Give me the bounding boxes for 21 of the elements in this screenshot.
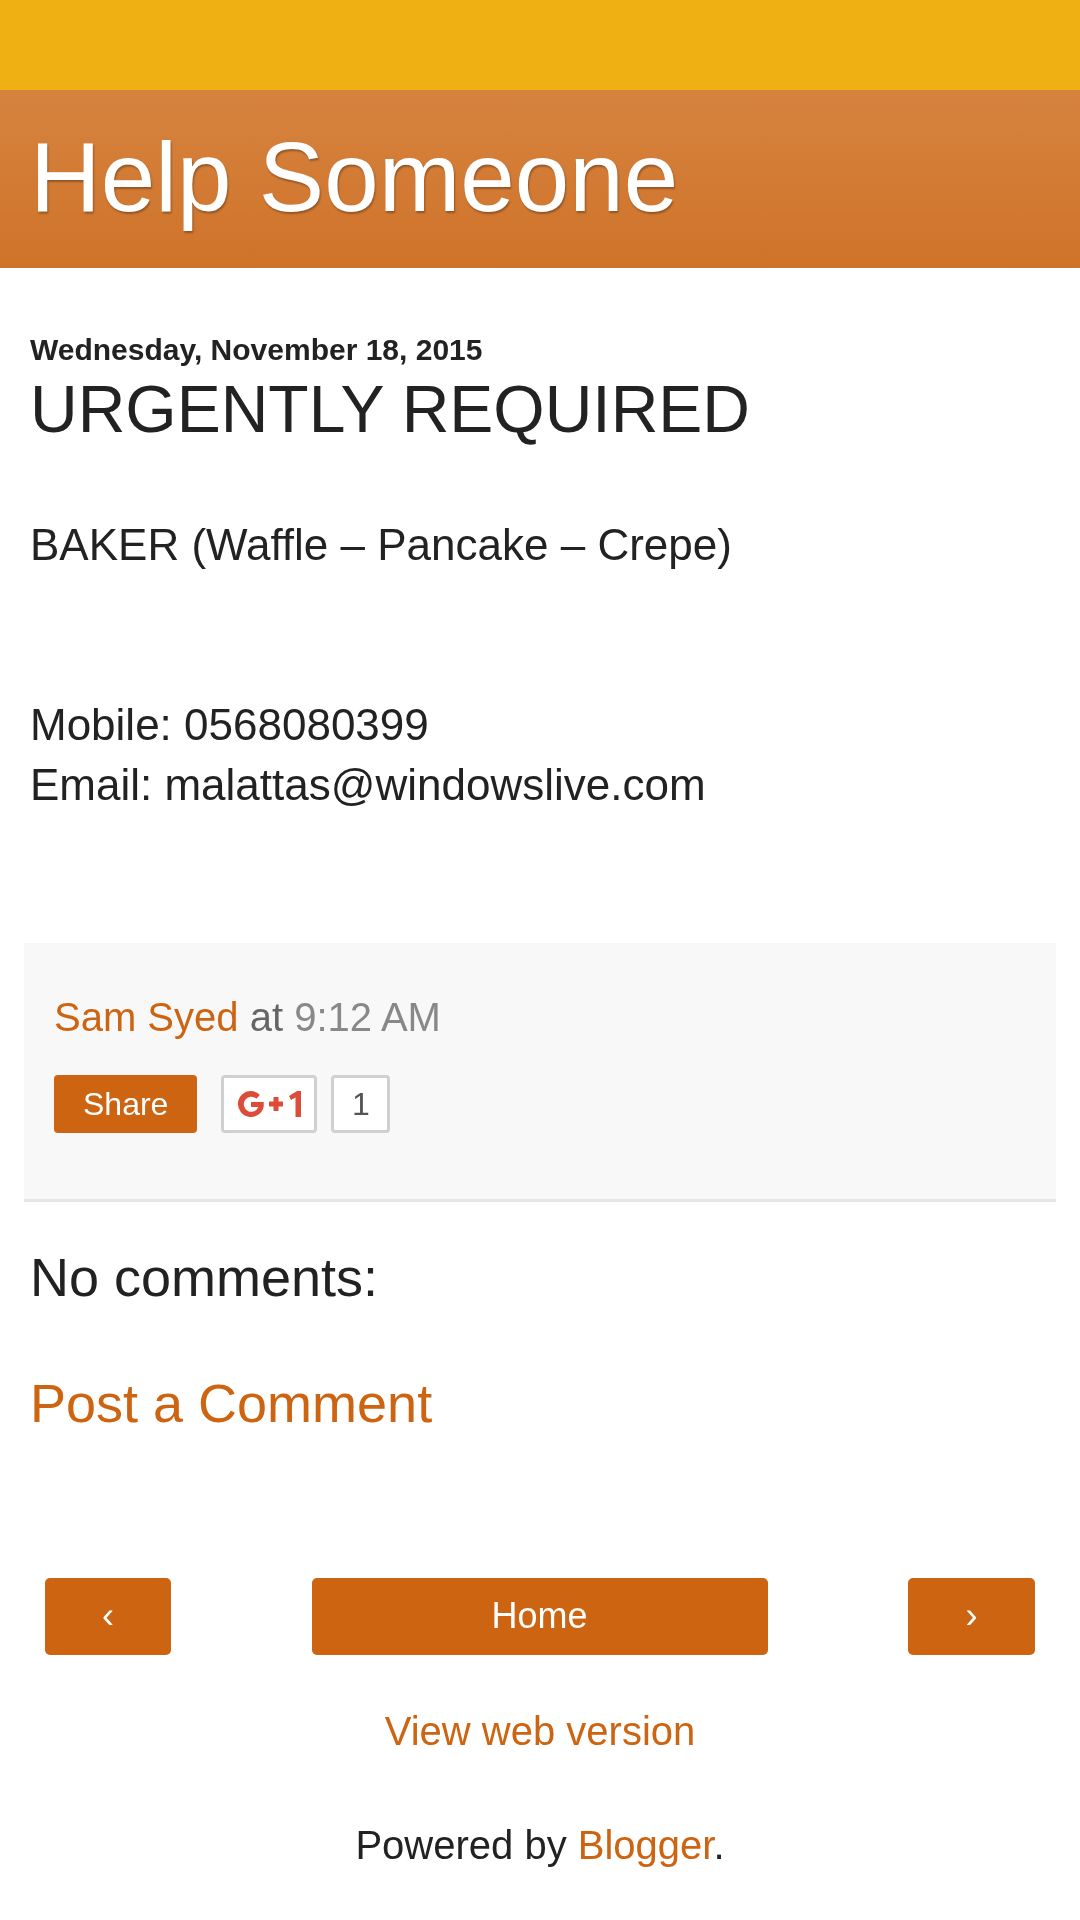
at-label: at [249,994,283,1039]
home-button[interactable]: Home [311,1577,768,1655]
share-button[interactable]: Share [54,1074,198,1133]
timestamp-link[interactable]: 9:12 AM [294,994,441,1039]
post-comment-link[interactable]: Post a Comment [30,1367,433,1438]
post-text-line: Mobile: 0568080399 [30,698,430,751]
previous-button[interactable]: ‹ [45,1577,171,1655]
blog-title[interactable]: Help Someone [30,115,685,243]
period-label: . [713,1822,725,1867]
powered-by-label: Powered by [355,1822,567,1867]
web-version-link[interactable]: View web version [384,1708,696,1753]
plus-one-count: 1 [331,1074,391,1133]
post-title: URGENTLY REQUIRED [30,371,751,448]
comments-heading: No comments: [30,1245,380,1309]
blogger-link[interactable]: Blogger [577,1822,714,1867]
plus-one-button[interactable] [221,1074,318,1133]
post-date: Wednesday, November 18, 2015 [30,332,484,368]
author-link[interactable]: Sam Syed [54,994,239,1039]
next-button[interactable]: › [908,1577,1035,1655]
post-text-line: Email: malattas@windowslive.com [30,758,707,811]
post-text-line: BAKER (Waffle – Pancake – Crepe) [30,518,733,571]
